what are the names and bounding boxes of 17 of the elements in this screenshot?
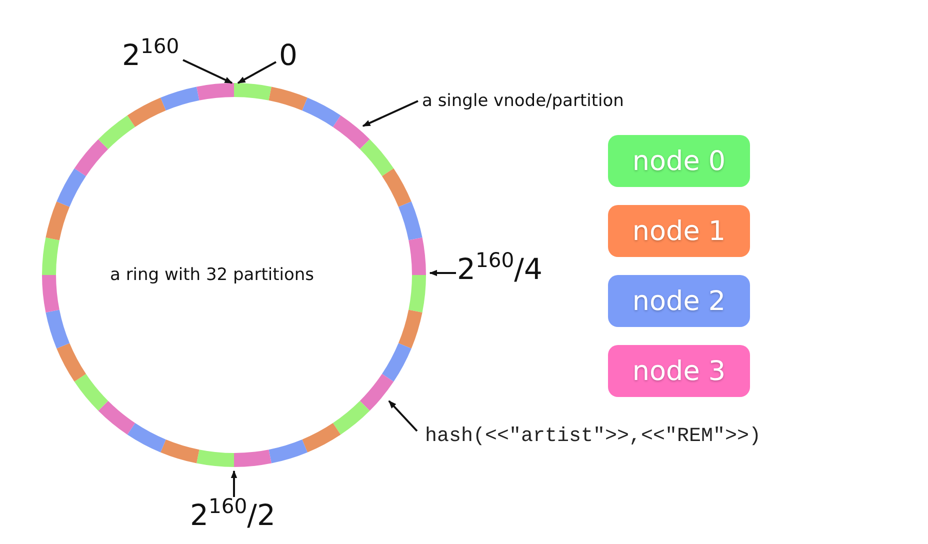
ring-zero-label: 0 — [279, 40, 298, 72]
arrow — [182, 59, 233, 84]
arrow — [237, 61, 276, 84]
half-label: 2$^{160}$/2 — [190, 500, 276, 532]
node-legend-item: node 0 — [608, 135, 750, 187]
hash-label: hash(<<"artist">>,<<"REM">>) — [425, 426, 762, 448]
node-legend-item: node 2 — [608, 275, 750, 327]
quarter-label: 2$^{160}$/4 — [457, 254, 542, 286]
arrow — [230, 470, 238, 497]
arrow — [429, 270, 456, 276]
ring-caption: a ring with 32 partitions — [110, 266, 314, 285]
arrow — [362, 100, 418, 127]
ring-max-label: 2$^{160}$ — [122, 40, 180, 72]
arrow — [388, 400, 418, 432]
node-legend-item: node 1 — [608, 205, 750, 257]
node-legend-item: node 3 — [608, 345, 750, 397]
partition-label: a single vnode/partition — [422, 92, 624, 111]
